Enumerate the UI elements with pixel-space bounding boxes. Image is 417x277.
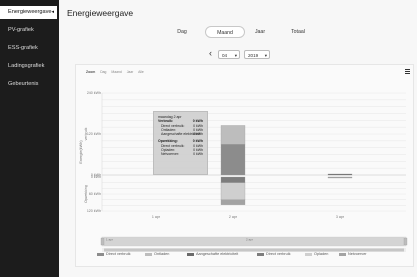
chart-tooltip: maandag 2 apr Verbruik: 0 kWh Direct verb… [153, 111, 208, 175]
tooltip-label: Netvoerver: [161, 152, 180, 157]
chevron-down-icon: ▾ [264, 53, 267, 58]
bar [220, 199, 246, 205]
month-select[interactable]: 04 ▾ [218, 50, 240, 59]
legend-item[interactable]: Netvoerver [339, 252, 367, 256]
legend-label: Opladen [314, 252, 329, 256]
sidebar-item-gebeurtenis[interactable]: Gebeurtenis [0, 78, 59, 91]
month-value: 04 [222, 53, 228, 58]
legend-label: Ontladen [154, 252, 170, 256]
legend-swatch [339, 252, 346, 256]
sidebar-item-label: PV-grafiek [8, 27, 34, 33]
bar [220, 182, 246, 200]
sidebar-item-ess-grafiek[interactable]: ESS-grafiek [0, 42, 59, 55]
x-tick-label: 2 apr [229, 215, 238, 219]
legend-label: Netvoerver [348, 252, 367, 256]
sidebar-item-energieweergave[interactable]: Energieweergave ◂ [0, 6, 57, 19]
legend-item[interactable]: Ontladen [145, 252, 169, 256]
navigator-range [104, 237, 404, 246]
tab-totaal[interactable]: Totaal [275, 26, 321, 38]
legend-swatch [145, 252, 152, 256]
sidebar-item-label: ESS-grafiek [8, 45, 38, 51]
legend-swatch [305, 252, 312, 256]
legend-item[interactable]: Direct verbruik [97, 252, 130, 256]
sidebar-item-label: Ladingsgrafiek [8, 63, 45, 69]
y-axis-label: Opwekking [84, 185, 88, 203]
chart-plot: 0 kWh120 kWh240 kWh0 kWh60 kWh120 kWhver… [79, 91, 408, 252]
y-axis-label: verbruik [84, 127, 88, 140]
page-title: Energieweergave [67, 8, 134, 18]
bar [220, 176, 246, 183]
sidebar-item-label: Energieweergave [8, 9, 52, 15]
main-content: Energieweergave Dag Maand Jaar Totaal ‹ … [59, 0, 417, 277]
navigator-handle [100, 237, 105, 246]
legend-item[interactable]: Opladen [305, 252, 328, 256]
sidebar-item-pv-grafiek[interactable]: PV-grafiek [0, 24, 59, 37]
tab-jaar[interactable]: Jaar [245, 26, 275, 38]
sidebar-item-label: Gebeurtenis [8, 81, 39, 87]
y-tick-label: 120 kWh [87, 209, 101, 213]
x-tick-label: 3 apr [336, 215, 345, 219]
chevron-down-icon: ▾ [234, 53, 237, 58]
legend-swatch [187, 252, 194, 256]
legend-swatch [257, 252, 264, 256]
bar [220, 125, 246, 145]
navigator-handle [403, 237, 408, 246]
bar [327, 176, 353, 179]
tooltip-value: 0 kWh [193, 152, 203, 157]
year-value: 2019 [248, 53, 259, 58]
legend-label: Direct verbruik [266, 252, 291, 256]
legend-label: Direct verbruik [106, 252, 131, 256]
energy-app: Energieweergave ◂ PV-grafiek ESS-grafiek… [0, 0, 417, 277]
y-axis-title: Energie(kWh) [79, 140, 83, 164]
y-tick-label: 120 kWh [87, 132, 101, 136]
navigator-label: 1 apr [106, 238, 113, 242]
y-tick-label: 60 kWh [89, 192, 101, 196]
legend-item[interactable]: Direct verbruik [257, 252, 290, 256]
tooltip-row: Aangeschafte elektriciteit: 0 kWh [158, 132, 203, 136]
tab-maand[interactable]: Maand [205, 26, 245, 38]
year-select[interactable]: 2019 ▾ [244, 50, 270, 59]
legend-item[interactable]: Aangeschafte elektriciteit [187, 252, 238, 256]
caret-left-icon: ◂ [51, 9, 54, 15]
tab-dag[interactable]: Dag [159, 26, 205, 38]
tooltip-row: Netvoerver: 0 kWh [158, 152, 203, 156]
sidebar-item-ladingsgrafiek[interactable]: Ladingsgrafiek [0, 60, 59, 73]
x-tick-label: 1 apr [152, 215, 161, 219]
bar [327, 173, 353, 176]
y-tick-label: 240 kWh [87, 91, 101, 95]
legend-swatch [97, 252, 104, 256]
navigator-label: 2 apr [246, 238, 253, 242]
energy-chart: Zoom Dag Maand Jaar Alle 0 kWh 120 kWh 240… [75, 64, 414, 267]
sidebar: Energieweergave ◂ PV-grafiek ESS-grafiek… [0, 0, 59, 277]
bar [220, 144, 246, 176]
tooltip-value: 0 kWh [193, 132, 203, 137]
legend-label: Aangeschafte elektriciteit [196, 252, 239, 256]
chevron-left-icon[interactable]: ‹ [209, 48, 212, 58]
y-tick-label: 0 kWh [91, 175, 101, 179]
